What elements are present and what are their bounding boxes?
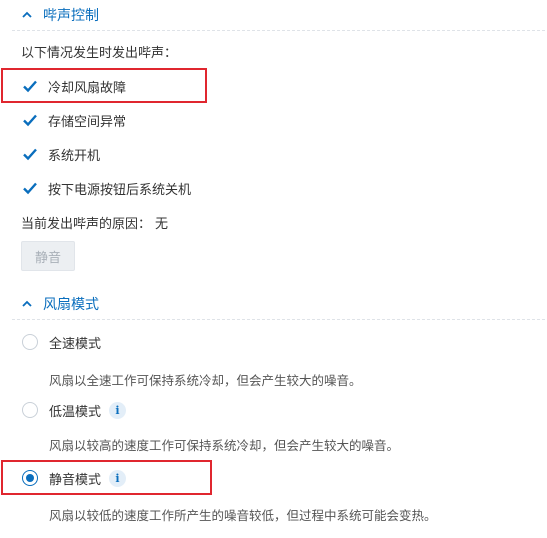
beep-section-header[interactable]: 哔声控制 — [0, 0, 547, 30]
mute-button[interactable]: 静音 — [21, 241, 75, 271]
chevron-up-icon[interactable] — [20, 297, 34, 311]
highlight-box — [1, 68, 207, 103]
low-temp-description: 风扇以较高的速度工作可保持系统冷却，但会产生较大的噪音。 — [49, 438, 400, 453]
info-icon[interactable]: i — [109, 401, 127, 419]
beep-intro-text: 以下情况发生时发出哔声： — [21, 46, 178, 61]
full-speed-description: 风扇以全速工作可保持系统冷却，但会产生较大的噪音。 — [49, 373, 362, 388]
highlight-box — [1, 460, 212, 495]
radio-full-speed[interactable]: 全速模式 — [22, 332, 101, 352]
checkbox-storage-error[interactable]: 存储空间异常 — [22, 110, 126, 130]
quiet-description: 风扇以较低的速度工作所产生的噪音较低，但过程中系统可能会变热。 — [49, 508, 437, 523]
checkmark-icon[interactable] — [22, 146, 38, 162]
chevron-up-icon[interactable] — [20, 8, 34, 22]
checkbox-system-boot[interactable]: 系统开机 — [22, 144, 100, 164]
beep-section-title: 哔声控制 — [43, 8, 99, 24]
fan-section-header[interactable]: 风扇模式 — [0, 289, 547, 319]
radio-label: 全速模式 — [49, 336, 102, 352]
beep-reason-label: 当前发出哔声的原因： — [21, 217, 152, 232]
radio-button[interactable] — [22, 402, 38, 418]
beep-section-divider — [12, 30, 545, 31]
fan-section-title: 风扇模式 — [43, 297, 99, 313]
checkbox-label: 系统开机 — [48, 148, 101, 164]
checkbox-label: 存储空间异常 — [48, 114, 127, 130]
radio-low-temp[interactable]: 低温模式 i — [22, 400, 127, 420]
beep-reason-value: 无 — [155, 217, 169, 232]
fan-section-divider — [12, 319, 545, 320]
radio-label: 低温模式 — [49, 404, 102, 420]
checkmark-icon[interactable] — [22, 112, 38, 128]
checkbox-power-button-shutdown[interactable]: 按下电源按钮后系统关机 — [22, 178, 191, 198]
checkbox-label: 按下电源按钮后系统关机 — [48, 182, 192, 198]
radio-button[interactable] — [22, 334, 38, 350]
checkmark-icon[interactable] — [22, 180, 38, 196]
